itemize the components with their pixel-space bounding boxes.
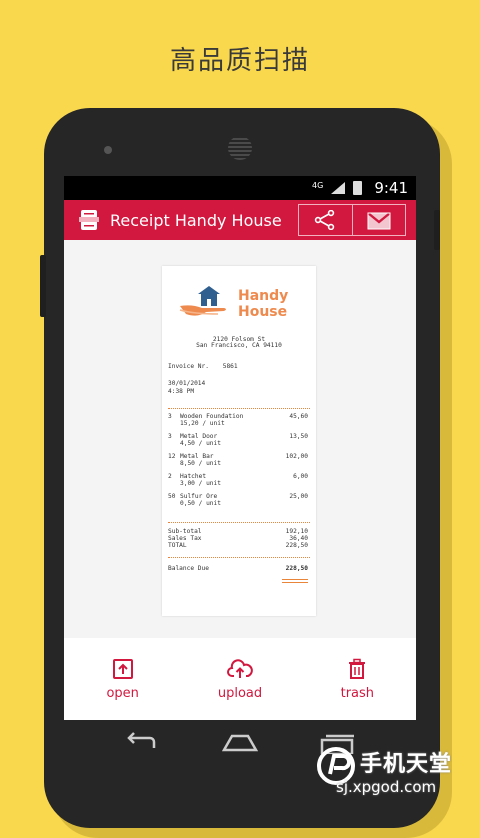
status-time: 9:41: [374, 179, 408, 197]
power-button: [434, 210, 440, 250]
item-qty: 50: [168, 493, 176, 500]
balance-underline: [282, 582, 308, 583]
upload-icon: [227, 658, 253, 678]
gmail-icon: [366, 212, 391, 230]
subtotal-row: Sub-total 192,10: [168, 528, 308, 535]
brand-name: Handy House: [238, 288, 288, 320]
network-type: 4G: [312, 180, 324, 190]
divider: [168, 408, 310, 409]
invoice-label: Invoice Nr.: [168, 363, 209, 370]
upload-label: upload: [217, 685, 263, 701]
item-desc: Metal Bar 8,50 / unit: [180, 453, 286, 467]
divider: [168, 522, 310, 523]
open-label: open: [106, 685, 139, 701]
upload-button[interactable]: upload: [181, 658, 298, 701]
receipt-preview[interactable]: Handy House 2120 Folsom St San Francisco…: [162, 266, 316, 616]
app-bar: Receipt Handy House: [64, 200, 416, 240]
item-name: Metal Door: [180, 433, 218, 440]
open-button[interactable]: open: [64, 658, 181, 701]
item-name: Hatchet: [180, 473, 207, 480]
battery-icon: [353, 181, 363, 195]
total-value: 228,50: [285, 542, 308, 549]
balance-row: Balance Due 228,50: [168, 565, 308, 572]
front-camera: [104, 146, 112, 154]
status-bar: 4G 9:41: [64, 176, 416, 200]
item-unit: 4,50 / unit: [180, 440, 221, 447]
item-desc: Wooden Foundation 15,20 / unit: [180, 413, 289, 427]
gmail-button[interactable]: [351, 205, 406, 235]
hand-house-icon: [179, 286, 226, 316]
address-line-2: San Francisco, CA 94110: [196, 342, 282, 349]
item-qty: 2: [168, 473, 172, 480]
item-amount: 45,60: [289, 413, 308, 420]
earpiece-speaker: [228, 136, 252, 160]
item-unit: 0,50 / unit: [180, 500, 221, 507]
item-amount: 13,50: [289, 433, 308, 440]
item-qty: 3: [168, 413, 172, 420]
item-row: 3 Wooden Foundation 15,20 / unit 45,60: [168, 413, 308, 427]
watermark: 手机天堂 sj.xpgod.com: [316, 744, 480, 800]
item-desc: Sulfur Ore 0,50 / unit: [180, 493, 289, 507]
item-row: 3 Metal Door 4,50 / unit 13,50: [168, 433, 308, 447]
trash-button[interactable]: trash: [299, 658, 416, 701]
tax-row: Sales Tax 36,40: [168, 535, 308, 542]
receipt-date: 30/01/2014: [168, 380, 206, 387]
trash-label: trash: [340, 685, 375, 701]
watermark-brand: 手机天堂: [360, 752, 453, 777]
subtotal-value: 192,10: [285, 528, 308, 535]
open-icon: [112, 658, 133, 679]
item-qty: 3: [168, 433, 172, 440]
item-row: 2 Hatchet 3,00 / unit 6,00: [168, 473, 308, 487]
item-amount: 6,00: [293, 473, 308, 480]
volume-button: [40, 255, 46, 317]
item-desc: Metal Door 4,50 / unit: [180, 433, 289, 447]
share-icon: [315, 210, 335, 230]
invoice-number: 5861: [222, 363, 238, 370]
signal-icon: [331, 182, 346, 194]
item-name: Sulfur Ore: [180, 493, 218, 500]
phone-screen: 4G 9:41 Receipt Handy House Handy House …: [64, 176, 416, 720]
item-unit: 15,20 / unit: [180, 420, 225, 427]
item-name: Metal Bar: [180, 453, 214, 460]
share-button[interactable]: [299, 205, 352, 235]
watermark-url: sj.xpgod.com: [336, 778, 437, 796]
balance-value: 228,50: [285, 565, 308, 572]
divider: [168, 557, 310, 558]
total-label: TOTAL: [168, 542, 187, 549]
balance-label: Balance Due: [168, 565, 209, 572]
item-name: Wooden Foundation: [180, 413, 244, 420]
home-nav-icon[interactable]: [222, 734, 258, 752]
item-unit: 8,50 / unit: [180, 460, 221, 467]
item-desc: Hatchet 3,00 / unit: [180, 473, 293, 487]
scanner-app-icon[interactable]: [78, 209, 100, 231]
bottom-action-bar: open upload trash: [64, 638, 416, 720]
handy-house-logo: Handy House: [178, 284, 308, 324]
item-row: 50 Sulfur Ore 0,50 / unit 25,00: [168, 493, 308, 507]
receipt-time: 4:38 PM: [168, 388, 195, 395]
headline: 高品质扫描: [169, 46, 310, 76]
subtotal-label: Sub-total: [168, 528, 202, 535]
item-unit: 3,00 / unit: [180, 480, 221, 487]
tax-value: 36,40: [289, 535, 308, 542]
brand-line-2: House: [238, 304, 288, 320]
item-amount: 102,00: [285, 453, 308, 460]
total-row: TOTAL 228,50: [168, 542, 308, 549]
trash-icon: [349, 658, 366, 679]
brand-line-1: Handy: [238, 288, 289, 304]
invoice-row: Invoice Nr. 5861: [168, 363, 238, 370]
item-qty: 12: [168, 453, 176, 460]
app-title: Receipt Handy House: [110, 210, 282, 230]
balance-underline: [282, 579, 308, 580]
item-amount: 25,00: [289, 493, 308, 500]
back-nav-icon[interactable]: [124, 732, 160, 754]
item-row: 12 Metal Bar 8,50 / unit 102,00: [168, 453, 308, 467]
tax-label: Sales Tax: [168, 535, 202, 542]
action-group: [298, 204, 406, 236]
